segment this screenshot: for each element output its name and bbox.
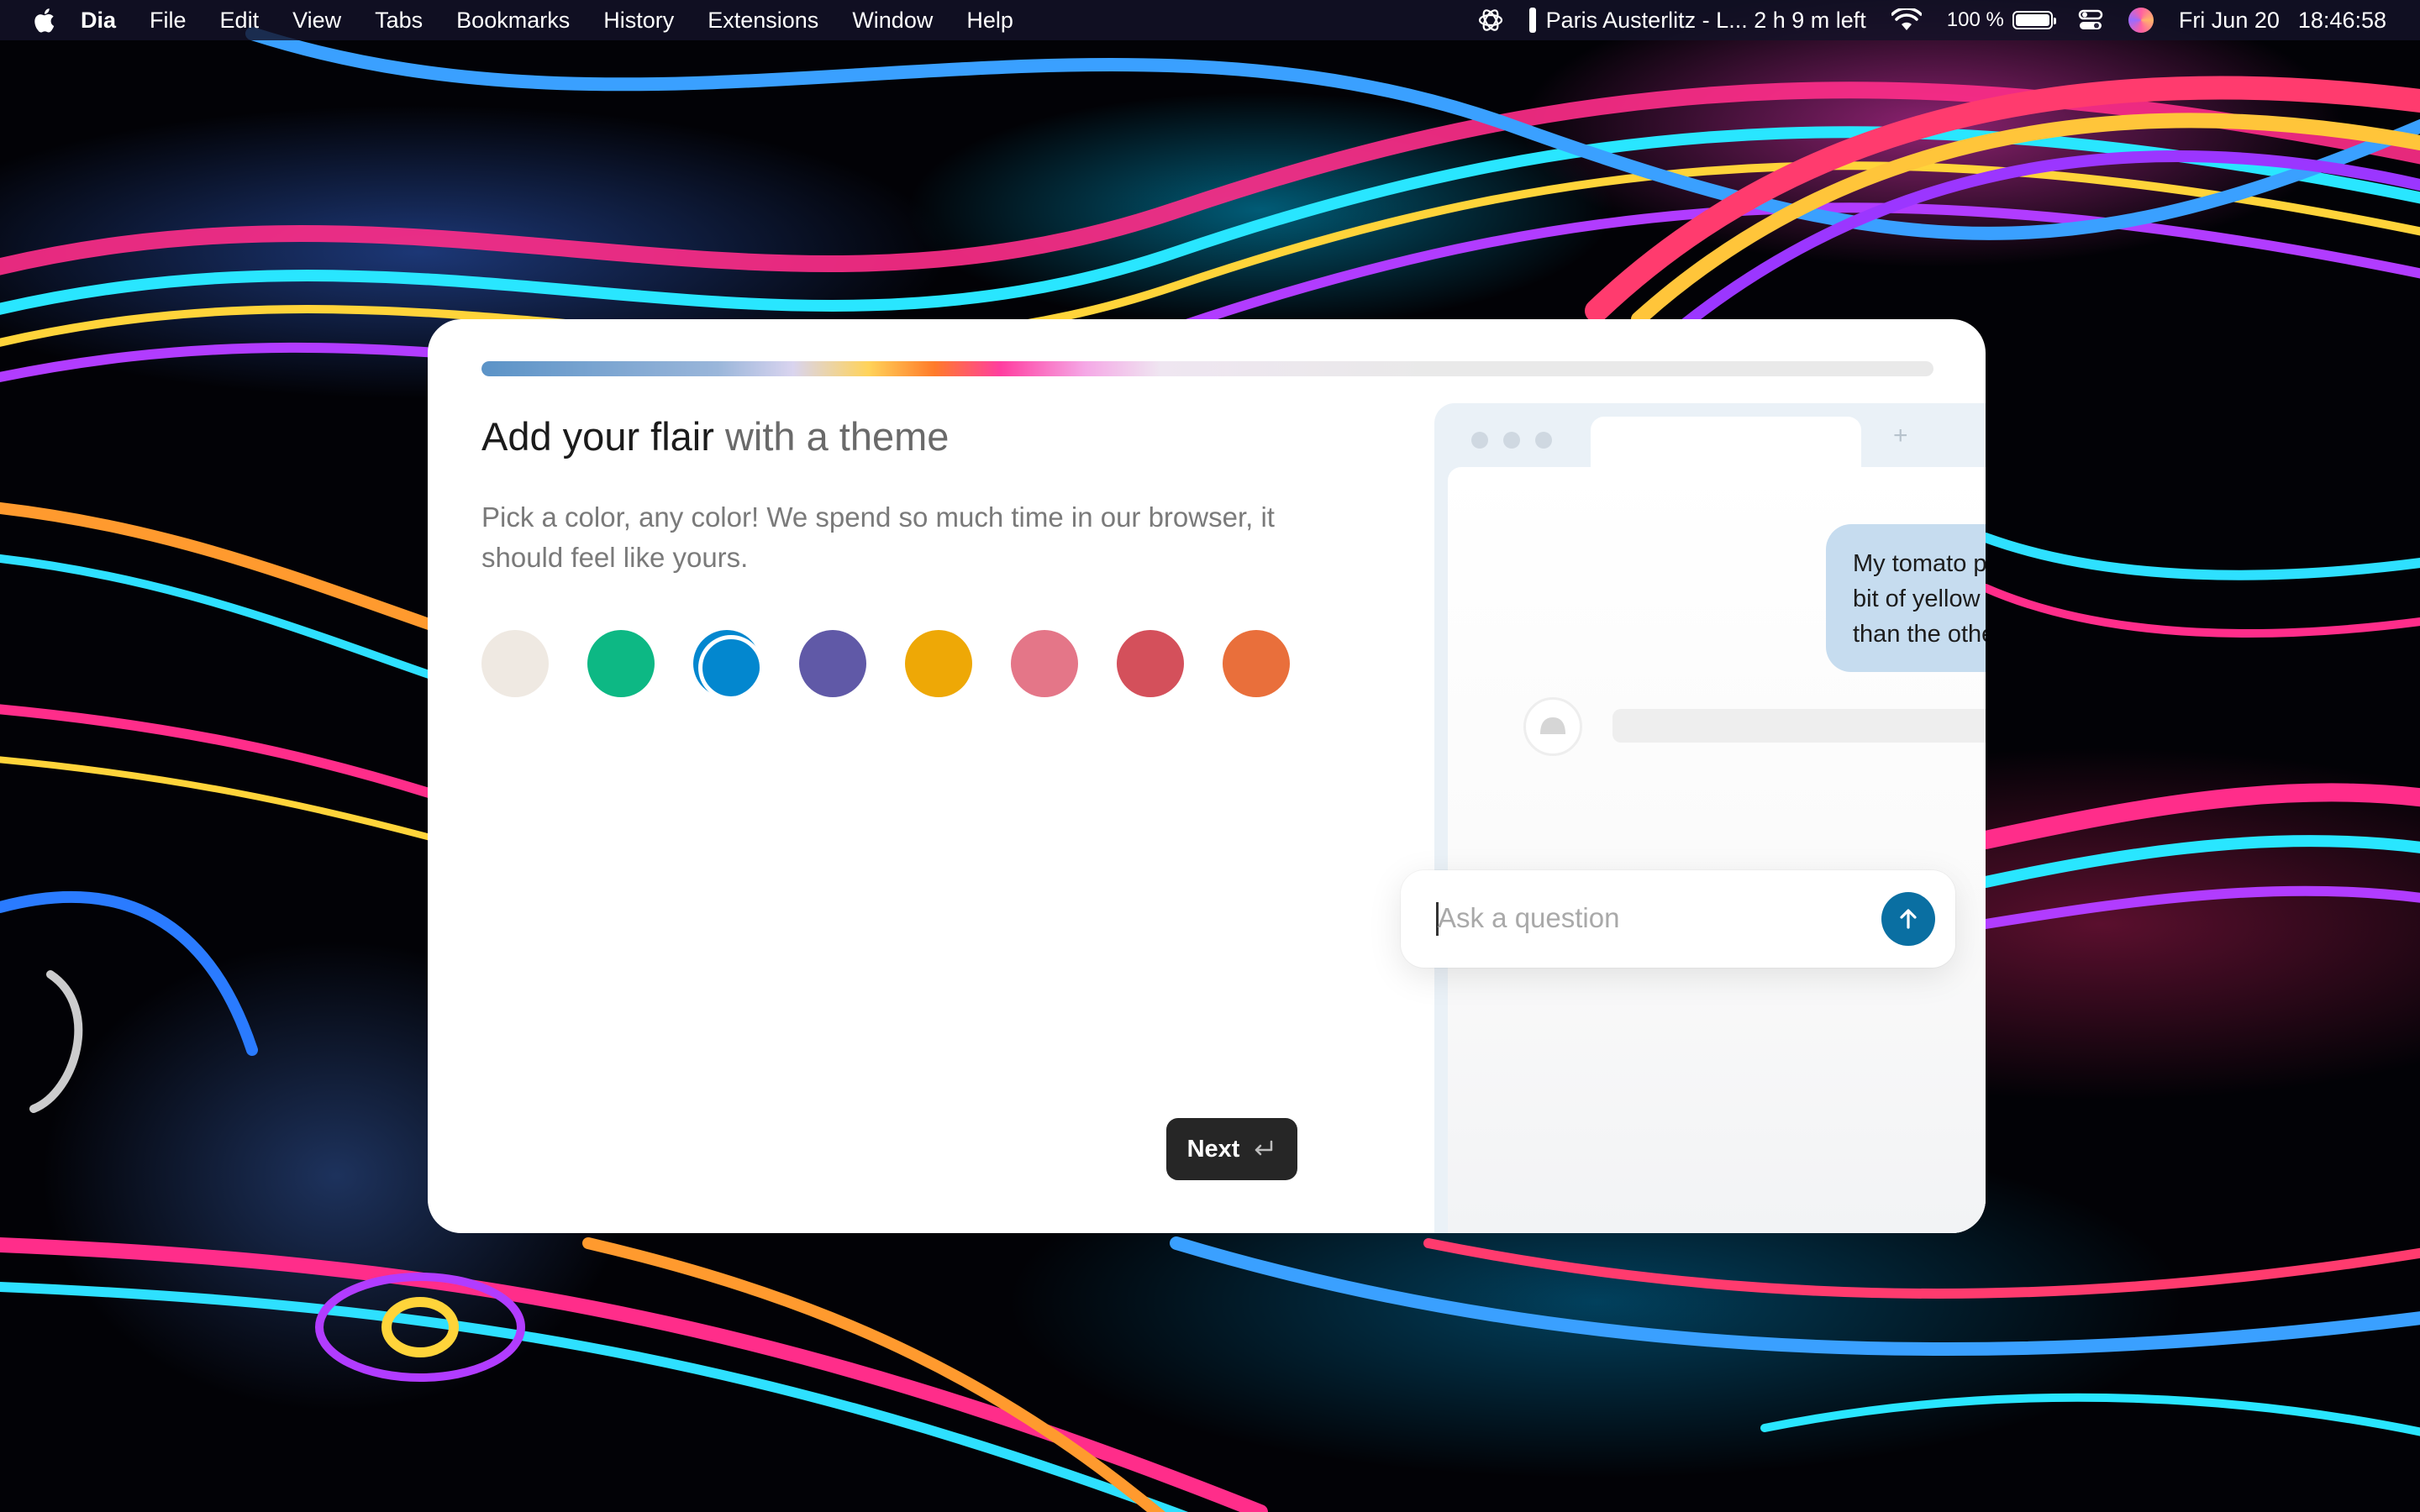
menu-time[interactable]: 18:46:58	[2298, 8, 2386, 34]
onboarding-dialog: Add your flair with a theme Pick a color…	[428, 319, 1986, 1233]
color-swatch-blue[interactable]	[693, 630, 764, 701]
menu-app-name[interactable]: Dia	[81, 8, 116, 34]
ask-question-bar: Ask a question	[1401, 870, 1955, 968]
battery-fill	[2015, 14, 2049, 26]
menu-bar: Dia File Edit View Tabs Bookmarks Histor…	[0, 0, 2420, 40]
menu-help[interactable]: Help	[966, 8, 1013, 34]
menu-history[interactable]: History	[603, 8, 674, 34]
next-button-label: Next	[1186, 1135, 1240, 1163]
next-button[interactable]: Next	[1166, 1118, 1297, 1180]
assistant-avatar-icon	[1523, 697, 1582, 756]
page-title: Add your flair with a theme	[481, 413, 949, 459]
preview-active-tab	[1591, 417, 1861, 467]
ask-question-input[interactable]: Ask a question	[1438, 902, 1619, 934]
response-loading-skeleton	[1612, 709, 1986, 743]
color-swatch-purple[interactable]	[799, 630, 866, 697]
window-zoom-dot	[1535, 432, 1552, 449]
menu-extensions[interactable]: Extensions	[708, 8, 818, 34]
theme-preview: + My tomato p bit of yellow than the oth…	[1434, 403, 1986, 1233]
new-tab-plus-icon: +	[1893, 422, 1908, 449]
battery-status[interactable]: 100 %	[1946, 8, 2056, 32]
title-rest: with a theme	[713, 414, 950, 459]
control-center-icon[interactable]	[2078, 8, 2103, 33]
arrow-up-icon	[1900, 909, 1917, 929]
return-key-icon	[1255, 1140, 1273, 1156]
theme-color-swatches	[481, 630, 1305, 701]
battery-icon	[2012, 11, 2056, 29]
chat-message-line: bit of yellow	[1853, 585, 1981, 612]
color-swatch-cream[interactable]	[481, 630, 549, 697]
menu-view[interactable]: View	[292, 8, 341, 34]
menu-bar-status-area: Paris Austerlitz - L... 2 h 9 m left 100…	[1452, 0, 2386, 40]
wifi-icon[interactable]	[1891, 8, 1922, 32]
color-swatch-pink[interactable]	[1011, 630, 1078, 697]
menu-bookmarks[interactable]: Bookmarks	[456, 8, 570, 34]
chat-message-line: My tomato p	[1853, 550, 1986, 577]
send-button[interactable]	[1881, 892, 1935, 946]
menu-date[interactable]: Fri Jun 20	[2179, 8, 2280, 34]
chat-message-bubble: My tomato p bit of yellow than the othe	[1826, 524, 1986, 672]
window-minimize-dot	[1503, 432, 1520, 449]
color-swatch-yellow[interactable]	[905, 630, 972, 697]
siri-icon[interactable]	[2128, 8, 2154, 33]
chat-message-line: than the othe	[1853, 621, 1986, 648]
onboarding-progress-bar	[481, 361, 1933, 376]
color-swatch-green[interactable]	[587, 630, 655, 697]
chatgpt-icon[interactable]	[1477, 7, 1504, 34]
color-swatch-red[interactable]	[1117, 630, 1184, 697]
menu-window[interactable]: Window	[852, 8, 933, 34]
color-swatch-orange[interactable]	[1223, 630, 1290, 697]
menu-file[interactable]: File	[150, 8, 187, 34]
menu-tabs[interactable]: Tabs	[375, 8, 423, 34]
now-playing-text[interactable]: Paris Austerlitz - L... 2 h 9 m left	[1546, 8, 1866, 34]
onboarding-progress-fill	[481, 361, 1426, 376]
battery-percent: 100 %	[1946, 8, 2004, 31]
menu-edit[interactable]: Edit	[220, 8, 260, 34]
window-close-dot	[1471, 432, 1488, 449]
title-main: Add your flair	[481, 414, 714, 459]
window-controls	[1471, 432, 1552, 449]
now-playing-indicator-icon	[1528, 8, 1536, 33]
apple-icon[interactable]	[34, 6, 59, 34]
page-subtitle: Pick a color, any color! We spend so muc…	[481, 501, 1275, 573]
